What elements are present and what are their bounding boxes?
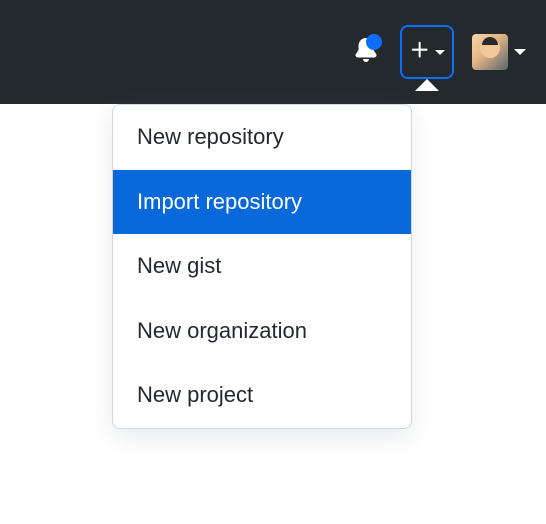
create-new-dropdown: New repository Import repository New gis… bbox=[112, 104, 412, 429]
menu-item-import-repository[interactable]: Import repository bbox=[113, 170, 411, 235]
menu-item-new-project[interactable]: New project bbox=[113, 363, 411, 428]
chevron-down-icon bbox=[514, 49, 526, 55]
notifications-button[interactable] bbox=[350, 36, 382, 68]
menu-item-new-repository[interactable]: New repository bbox=[113, 105, 411, 170]
plus-icon bbox=[409, 39, 431, 66]
notification-unread-dot bbox=[366, 34, 382, 50]
chevron-down-icon bbox=[435, 50, 445, 55]
menu-item-new-organization[interactable]: New organization bbox=[113, 299, 411, 364]
menu-item-new-gist[interactable]: New gist bbox=[113, 234, 411, 299]
user-menu-button[interactable] bbox=[472, 34, 526, 70]
avatar bbox=[472, 34, 508, 70]
create-new-button[interactable] bbox=[400, 25, 454, 79]
dropdown-pointer bbox=[415, 79, 439, 91]
top-header bbox=[0, 0, 546, 104]
